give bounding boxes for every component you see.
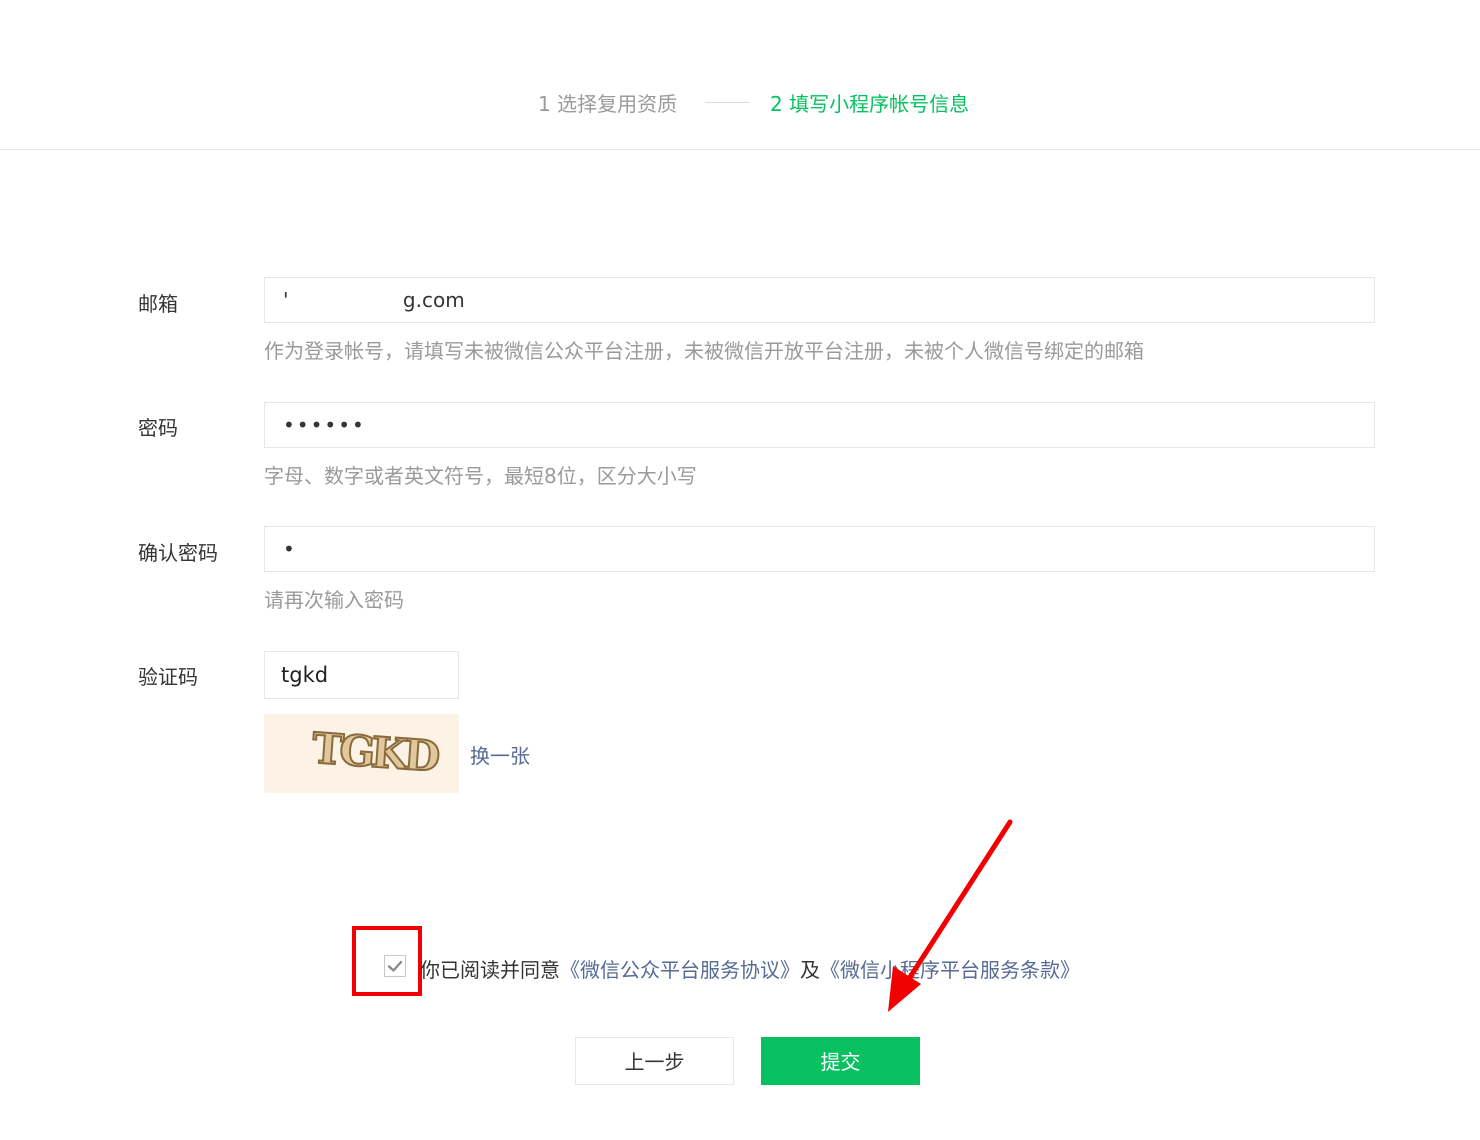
confirm-password-input[interactable] bbox=[264, 526, 1375, 572]
prev-step-button[interactable]: 上一步 bbox=[575, 1037, 734, 1085]
password-hint: 字母、数字或者英文符号，最短8位，区分大小写 bbox=[264, 464, 697, 488]
service-agreement-link[interactable]: 《微信公众平台服务协议》 bbox=[560, 958, 800, 982]
captcha-input[interactable] bbox=[264, 651, 459, 699]
email-input[interactable] bbox=[264, 277, 1375, 323]
check-icon bbox=[387, 960, 403, 972]
captcha-image[interactable]: TGKD bbox=[264, 714, 459, 793]
agreement-middle: 及 bbox=[800, 958, 820, 982]
password-input[interactable] bbox=[264, 402, 1375, 448]
captcha-graphic: TGKD bbox=[310, 722, 442, 782]
refresh-captcha-link[interactable]: 换一张 bbox=[470, 740, 530, 769]
agreement-text: 你已阅读并同意《微信公众平台服务协议》及《微信小程序平台服务条款》 bbox=[420, 954, 1080, 983]
captcha-label: 验证码 bbox=[138, 665, 198, 689]
agree-checkbox[interactable] bbox=[384, 955, 406, 977]
confirm-password-hint: 请再次输入密码 bbox=[264, 588, 404, 612]
submit-button[interactable]: 提交 bbox=[761, 1037, 920, 1085]
register-page: 1 选择复用资质 2 填写小程序帐号信息 邮箱 作为登录帐号，请填写未被微信公众… bbox=[0, 0, 1480, 1140]
password-label: 密码 bbox=[138, 416, 178, 440]
email-label: 邮箱 bbox=[138, 292, 178, 316]
miniprogram-terms-link[interactable]: 《微信小程序平台服务条款》 bbox=[820, 958, 1080, 982]
step-indicator: 1 选择复用资质 2 填写小程序帐号信息 bbox=[0, 0, 1480, 150]
step-2-active: 2 填写小程序帐号信息 bbox=[770, 92, 970, 116]
captcha-text: TGKD bbox=[311, 723, 441, 781]
step-1: 1 选择复用资质 bbox=[538, 92, 678, 116]
confirm-password-label: 确认密码 bbox=[138, 541, 218, 565]
agreement-prefix: 你已阅读并同意 bbox=[420, 958, 560, 982]
step-divider bbox=[705, 102, 749, 103]
email-hint: 作为登录帐号，请填写未被微信公众平台注册，未被微信开放平台注册，未被个人微信号绑… bbox=[264, 339, 1144, 363]
